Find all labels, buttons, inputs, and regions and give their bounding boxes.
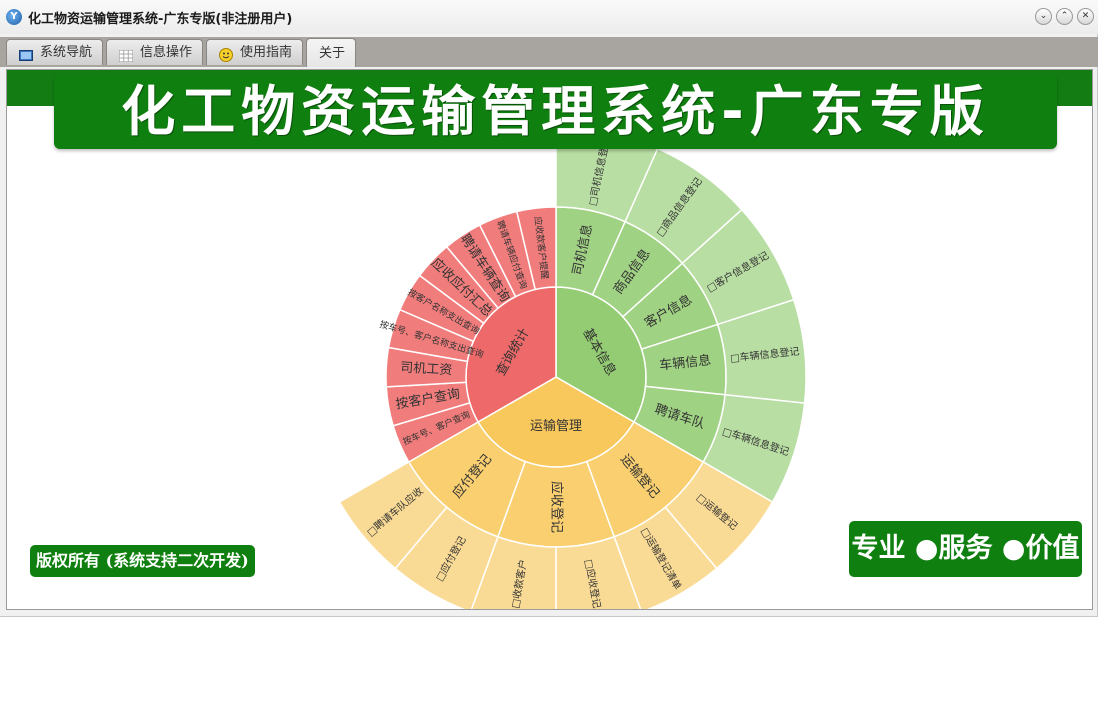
sunburst-node-label-1-1: 应收登记 bbox=[549, 481, 565, 533]
sunburst-root-label-1: 运输管理 bbox=[530, 418, 582, 434]
tab-system-navigation[interactable]: 系统导航 bbox=[6, 39, 103, 65]
banner-title: 化工物资运输管理系统-广东专版 bbox=[121, 80, 990, 143]
monitor-icon bbox=[19, 46, 33, 61]
app-logo-icon: Y bbox=[6, 9, 22, 25]
collapse-button[interactable]: ⌄ bbox=[1035, 8, 1052, 25]
smiley-icon bbox=[219, 46, 233, 62]
tab-info-operation[interactable]: 信息操作 bbox=[106, 39, 203, 65]
slogan-badge: 专业 ●服务 ●价值 bbox=[849, 521, 1082, 577]
tab-user-guide[interactable]: 使用指南 bbox=[206, 39, 303, 65]
expand-button[interactable]: ⌃ bbox=[1056, 8, 1073, 25]
copyright-badge: 版权所有 (系统支持二次开发) bbox=[30, 545, 255, 577]
sunburst-node-label-2-2: 司机工资 bbox=[400, 360, 453, 378]
main-window: Y 化工物资运输管理系统-广东专版(非注册用户) ⌄ ⌃ ✕ 系统导航 信息操作 bbox=[0, 0, 1098, 617]
close-button[interactable]: ✕ bbox=[1077, 8, 1094, 25]
grid-icon bbox=[118, 46, 134, 63]
tab-bar: 系统导航 信息操作 使用指南 关于 bbox=[0, 37, 1098, 67]
title-bar: Y 化工物资运输管理系统-广东专版(非注册用户) ⌄ ⌃ ✕ bbox=[0, 0, 1098, 34]
window-title: 化工物资运输管理系统-广东专版(非注册用户) bbox=[28, 12, 293, 27]
system-banner: 化工物资运输管理系统-广东专版 bbox=[54, 75, 1057, 149]
about-panel: 基本信息 司机信息 □司机信息登记 商品信息 □商品信息登记 客户信息 □客户信息登记 车辆信… bbox=[6, 69, 1093, 610]
tab-about[interactable]: 关于 bbox=[306, 38, 356, 67]
